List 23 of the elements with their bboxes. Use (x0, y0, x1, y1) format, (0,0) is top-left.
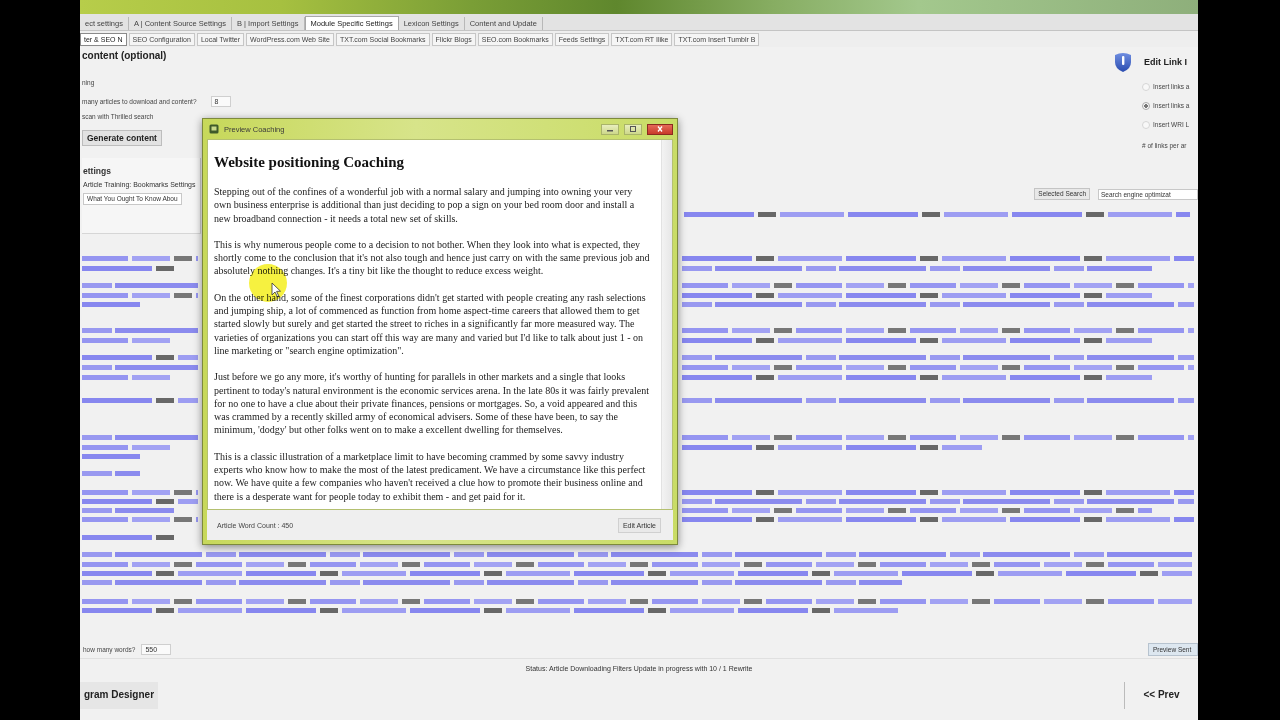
minimize-button[interactable] (601, 123, 619, 135)
radio-button[interactable] (1142, 101, 1150, 110)
scrollbar[interactable] (661, 140, 672, 509)
link-text-drawing (82, 471, 140, 476)
shield-icon (1114, 52, 1132, 72)
close-icon (656, 126, 664, 132)
section-title: ettings (83, 166, 111, 177)
generate-content-button[interactable]: Generate content (82, 130, 162, 146)
close-button[interactable] (647, 123, 673, 135)
panel-title: Edit Link I (1144, 56, 1187, 68)
designer-button[interactable]: gram Designer (80, 681, 159, 709)
article-paragraph: Just before we go any more, it's worthy of hunting for parallels in other markets and a single that looks pertinent to today's natural environment is the economic services arena. In the late 80s it was fairly prevalent for no one to have a clue about their private finances, pensions or mortgages. So, a void appeared and this was crammed by a recently skilled army of economical advisers. Some of these have been, to say the minimum, 'dodgy' but other folks went on to make a excellent dwelling for themselves. (214, 370, 650, 437)
window-icon (209, 124, 219, 134)
radio-button[interactable] (1142, 120, 1150, 129)
article-heading: Website positioning Coaching (214, 153, 406, 171)
article-paragraph: This is a classic illustration of a marketplace limit to have becoming crammed by some savvy industry experts who know how to make the most of the latest predicament. We have a circumstance like this perfect now. We have quite a few companies who haven't received a clue how to promote their business online and there is a desperate want for people today to exhibit them - and get paid for it. (214, 449, 647, 503)
radio-button[interactable] (1142, 82, 1150, 91)
link-text-drawing (82, 454, 140, 459)
maximize-icon (629, 126, 637, 132)
section-title: content (optional) (82, 50, 167, 62)
link-text-drawing (82, 302, 140, 307)
article-paragraph: Stepping out of the confines of a wonderful job with a normal salary and jumping into owning your very own business enterprise is additional than just deciding to pop a sign on your bed room door and install a new broadband connection - it needs a total new set of skills. (214, 185, 636, 225)
maximize-button[interactable] (624, 123, 642, 135)
